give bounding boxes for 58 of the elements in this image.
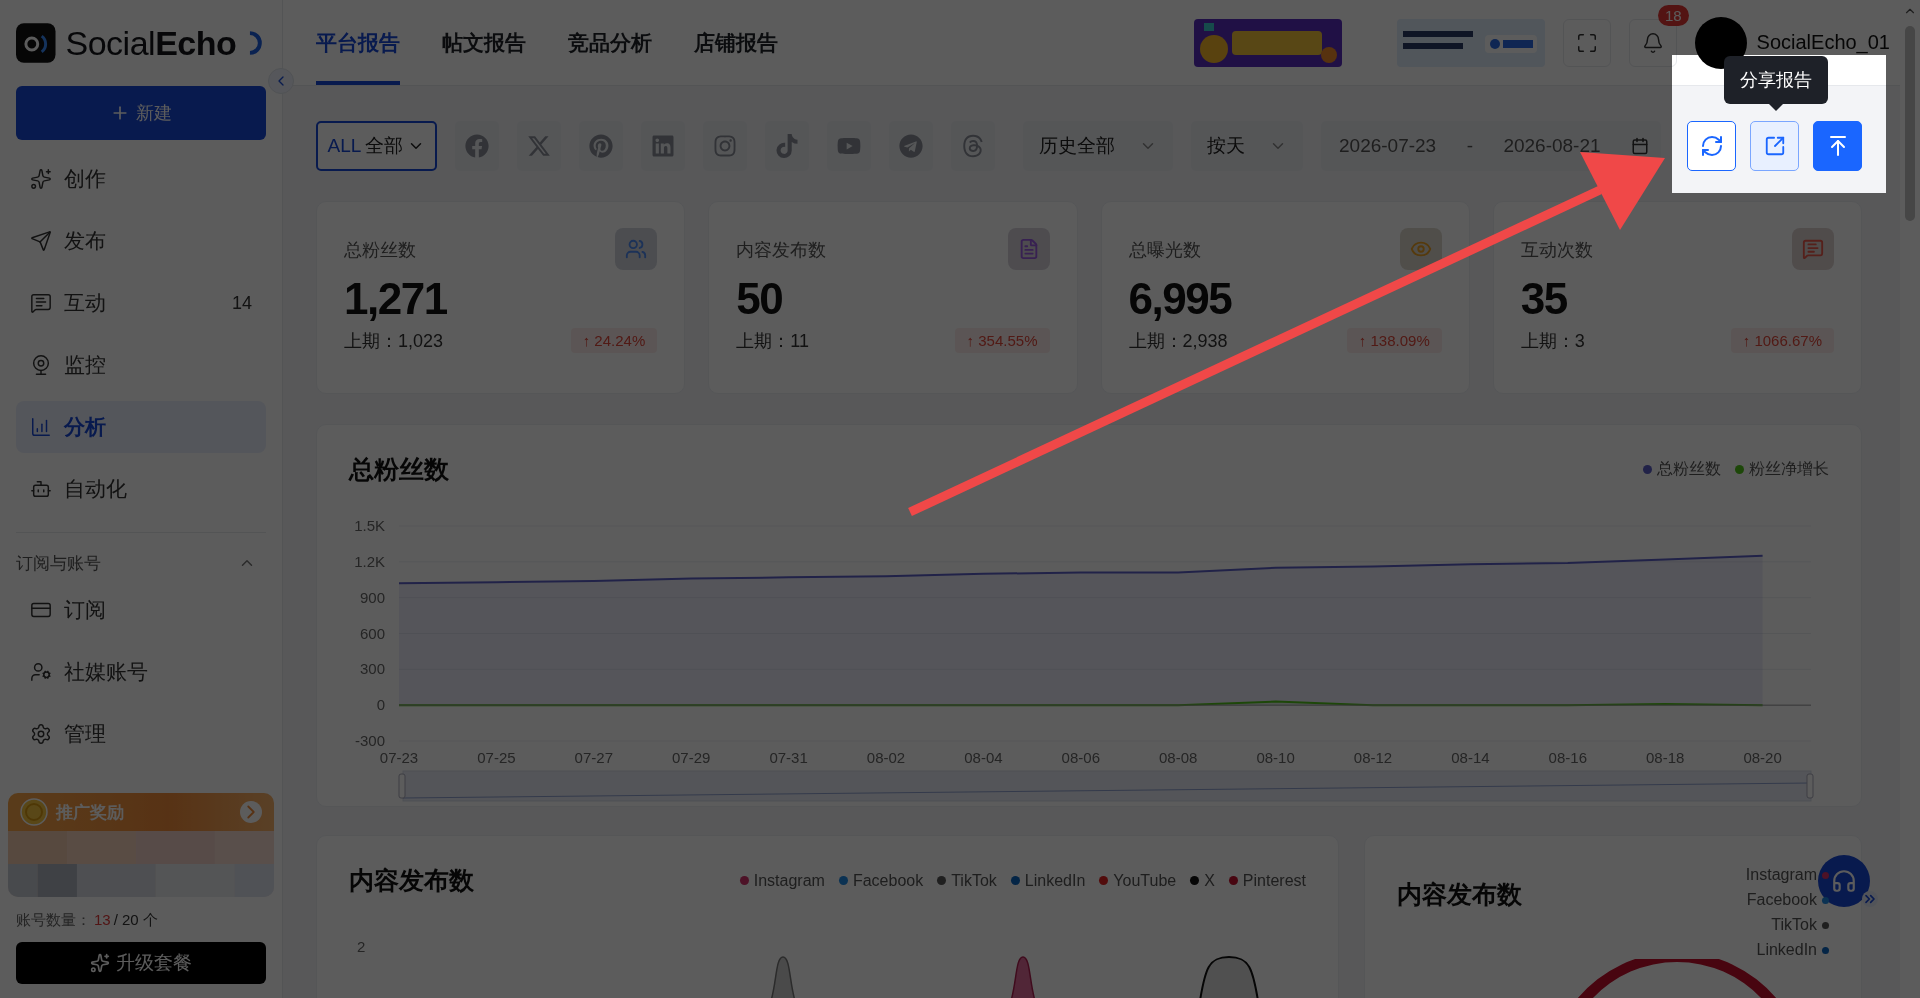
stat-value: 6,995	[1128, 274, 1233, 324]
upgrade-button[interactable]: 升级套餐	[16, 942, 266, 984]
count-label: 14	[231, 292, 252, 314]
stat-title: 互动次数	[1520, 239, 1593, 262]
usage-total: / 20 个	[113, 911, 158, 930]
legend-item[interactable]: TikTok	[1771, 916, 1829, 934]
previous-value: 上期：3	[1520, 329, 1585, 353]
nav-item[interactable]: 管理	[16, 708, 266, 760]
stat-title: 总曝光数	[1128, 239, 1201, 262]
account-select[interactable]: ALL 全部	[316, 121, 437, 171]
change-badge: ↑ 1066.67%	[1730, 328, 1834, 353]
stat-value: 50	[736, 274, 784, 324]
legend-item[interactable]: TikTok	[937, 871, 997, 890]
nav-item[interactable]: 社媒账号	[16, 646, 266, 698]
new-button[interactable]: 新建	[16, 86, 266, 140]
nav-item[interactable]: 创作	[16, 153, 266, 205]
notification-badge: 18	[1657, 4, 1689, 26]
date-separator: -	[1466, 135, 1473, 157]
section-title: 订阅与账号	[16, 552, 101, 575]
chart-title: 总粉丝数	[349, 454, 449, 485]
stat-title: 总粉丝数	[344, 239, 416, 262]
stat-value: 1,271	[344, 274, 448, 324]
chart-title: 内容发布数	[1397, 879, 1522, 910]
nav-item[interactable]: 发布	[16, 215, 266, 267]
legend-item[interactable]: Instagram	[739, 871, 825, 890]
legend-item[interactable]: LinkedIn	[1756, 941, 1829, 959]
legend-item[interactable]: 总粉丝数	[1643, 459, 1721, 480]
stat-value: 35	[1520, 274, 1568, 324]
nav-item[interactable]: 自动化	[16, 463, 266, 515]
legend-item[interactable]: LinkedIn	[1010, 871, 1086, 890]
nav-item[interactable]: 监控	[16, 339, 266, 391]
legend-item[interactable]: 粉丝净增长	[1735, 459, 1829, 480]
legend-item[interactable]: YouTube	[1099, 871, 1177, 890]
promo-banner[interactable]: 推广奖励	[8, 793, 274, 831]
username[interactable]: SocialEcho_01	[1756, 31, 1890, 54]
stat-title: 内容发布数	[736, 239, 827, 262]
usage-count: 13	[94, 911, 111, 930]
change-badge: ↑ 24.24%	[570, 328, 658, 353]
nav-item[interactable]: 分析	[16, 401, 266, 453]
report-tab[interactable]: 店铺报告	[694, 0, 778, 85]
report-tab[interactable]: 帖文报告	[442, 0, 526, 85]
nav-item[interactable]: 互动 14	[16, 277, 266, 329]
previous-value: 上期：11	[736, 329, 809, 353]
chart-title: 内容发布数	[349, 865, 474, 896]
report-tab[interactable]: 竞品分析	[568, 0, 652, 85]
legend-item[interactable]: Pinterest	[1228, 871, 1306, 890]
legend-item[interactable]: X	[1190, 871, 1215, 890]
previous-value: 上期：1,023	[344, 329, 444, 353]
tooltip: 分享报告	[1724, 56, 1828, 104]
start-date: 2026-07-23	[1339, 135, 1437, 157]
change-badge: ↑ 138.09%	[1346, 328, 1442, 353]
logo-text: SocialEcho	[65, 23, 237, 63]
end-date: 2026-08-21	[1503, 135, 1601, 157]
previous-value: 上期：2,938	[1128, 329, 1228, 353]
nav-item[interactable]: 订阅	[16, 584, 266, 636]
legend-item[interactable]: Facebook	[838, 871, 924, 890]
report-tab[interactable]: 平台报告	[316, 0, 400, 85]
change-badge: ↑ 354.55%	[954, 328, 1050, 353]
